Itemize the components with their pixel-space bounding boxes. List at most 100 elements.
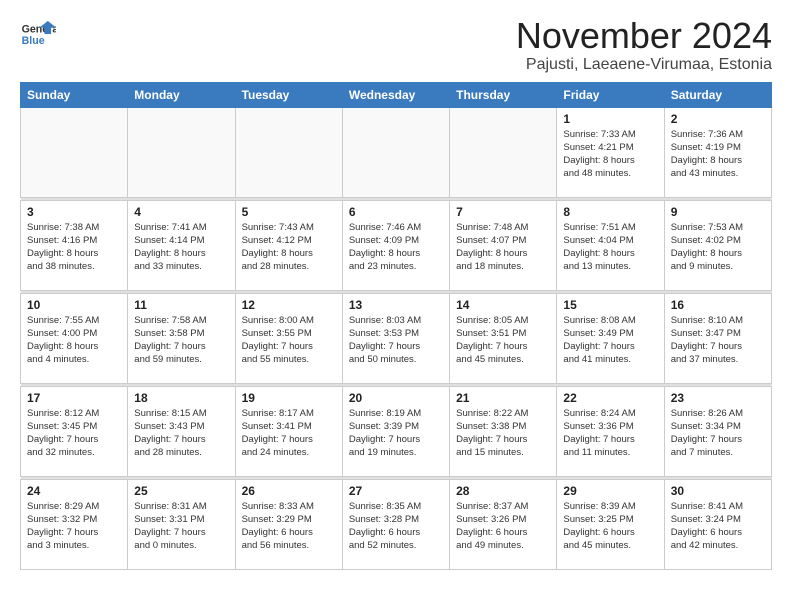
day-number: 6 [349,205,443,219]
table-row: 10 Sunrise: 7:55 AM Sunset: 4:00 PM Dayli… [21,293,128,383]
calendar-header-row: Sunday Monday Tuesday Wednesday Thursday… [21,82,772,107]
table-row [128,107,235,197]
day-info: Sunrise: 7:48 AM Sunset: 4:07 PM Dayligh… [456,221,550,274]
day-info: Sunrise: 7:41 AM Sunset: 4:14 PM Dayligh… [134,221,228,274]
day-number: 7 [456,205,550,219]
day-number: 11 [134,298,228,312]
col-monday: Monday [128,82,235,107]
day-number: 10 [27,298,121,312]
day-info: Sunrise: 8:39 AM Sunset: 3:25 PM Dayligh… [563,500,657,553]
day-number: 1 [563,112,657,126]
month-title: November 2024 [516,16,772,56]
table-row: 23 Sunrise: 8:26 AM Sunset: 3:34 PM Dayli… [664,386,771,476]
day-info: Sunrise: 8:00 AM Sunset: 3:55 PM Dayligh… [242,314,336,367]
table-row: 20Sunrise: 8:19 AM Sunset: 3:39 PM Dayli… [342,386,449,476]
calendar: Sunday Monday Tuesday Wednesday Thursday… [20,82,772,570]
location-title: Pajusti, Laeaene-Virumaa, Estonia [516,56,772,74]
table-row [450,107,557,197]
day-info: Sunrise: 8:15 AM Sunset: 3:43 PM Dayligh… [134,407,228,460]
table-row: 22 Sunrise: 8:24 AM Sunset: 3:36 PM Dayli… [557,386,664,476]
day-number: 14 [456,298,550,312]
table-row: 21 Sunrise: 8:22 AM Sunset: 3:38 PM Dayli… [450,386,557,476]
table-row: 16Sunrise: 8:10 AM Sunset: 3:47 PM Dayli… [664,293,771,383]
table-row [342,107,449,197]
day-info: Sunrise: 7:38 AM Sunset: 4:16 PM Dayligh… [27,221,121,274]
table-row: 11Sunrise: 7:58 AM Sunset: 3:58 PM Dayli… [128,293,235,383]
day-number: 25 [134,484,228,498]
day-info: Sunrise: 8:22 AM Sunset: 3:38 PM Dayligh… [456,407,550,460]
day-number: 24 [27,484,121,498]
day-number: 15 [563,298,657,312]
table-row: 26 Sunrise: 8:33 AM Sunset: 3:29 PM Dayli… [235,479,342,569]
day-number: 28 [456,484,550,498]
calendar-week-row: 1 Sunrise: 7:33 AM Sunset: 4:21 PM Daylig… [21,107,772,197]
day-number: 21 [456,391,550,405]
day-number: 5 [242,205,336,219]
table-row: 28Sunrise: 8:37 AM Sunset: 3:26 PM Dayli… [450,479,557,569]
day-info: Sunrise: 7:36 AM Sunset: 4:19 PM Dayligh… [671,128,765,181]
table-row: 27Sunrise: 8:35 AM Sunset: 3:28 PM Dayli… [342,479,449,569]
day-info: Sunrise: 7:53 AM Sunset: 4:02 PM Dayligh… [671,221,765,274]
col-wednesday: Wednesday [342,82,449,107]
table-row: 29 Sunrise: 8:39 AM Sunset: 3:25 PM Dayli… [557,479,664,569]
table-row: 13 Sunrise: 8:03 AM Sunset: 3:53 PM Dayli… [342,293,449,383]
table-row [21,107,128,197]
col-tuesday: Tuesday [235,82,342,107]
day-number: 18 [134,391,228,405]
calendar-week-row: 3 Sunrise: 7:38 AM Sunset: 4:16 PM Daylig… [21,200,772,290]
calendar-week-row: 10 Sunrise: 7:55 AM Sunset: 4:00 PM Dayli… [21,293,772,383]
day-number: 26 [242,484,336,498]
day-info: Sunrise: 8:08 AM Sunset: 3:49 PM Dayligh… [563,314,657,367]
table-row: 15 Sunrise: 8:08 AM Sunset: 3:49 PM Dayli… [557,293,664,383]
day-info: Sunrise: 8:31 AM Sunset: 3:31 PM Dayligh… [134,500,228,553]
day-number: 23 [671,391,765,405]
table-row: 18 Sunrise: 8:15 AM Sunset: 3:43 PM Dayli… [128,386,235,476]
day-info: Sunrise: 8:24 AM Sunset: 3:36 PM Dayligh… [563,407,657,460]
col-friday: Friday [557,82,664,107]
day-info: Sunrise: 8:41 AM Sunset: 3:24 PM Dayligh… [671,500,765,553]
page: General Blue November 2024 Pajusti, Laea… [0,0,792,580]
day-info: Sunrise: 8:19 AM Sunset: 3:39 PM Dayligh… [349,407,443,460]
day-number: 17 [27,391,121,405]
day-info: Sunrise: 7:51 AM Sunset: 4:04 PM Dayligh… [563,221,657,274]
table-row: 19Sunrise: 8:17 AM Sunset: 3:41 PM Dayli… [235,386,342,476]
calendar-body: 1 Sunrise: 7:33 AM Sunset: 4:21 PM Daylig… [21,107,772,569]
day-number: 12 [242,298,336,312]
day-number: 9 [671,205,765,219]
table-row: 5 Sunrise: 7:43 AM Sunset: 4:12 PM Daylig… [235,200,342,290]
table-row: 8 Sunrise: 7:51 AM Sunset: 4:04 PM Daylig… [557,200,664,290]
day-info: Sunrise: 8:35 AM Sunset: 3:28 PM Dayligh… [349,500,443,553]
day-info: Sunrise: 8:03 AM Sunset: 3:53 PM Dayligh… [349,314,443,367]
col-sunday: Sunday [21,82,128,107]
day-number: 13 [349,298,443,312]
table-row: 24Sunrise: 8:29 AM Sunset: 3:32 PM Dayli… [21,479,128,569]
header: General Blue November 2024 Pajusti, Laea… [20,16,772,74]
day-number: 16 [671,298,765,312]
table-row: 6Sunrise: 7:46 AM Sunset: 4:09 PM Daylig… [342,200,449,290]
calendar-week-row: 24Sunrise: 8:29 AM Sunset: 3:32 PM Dayli… [21,479,772,569]
day-number: 29 [563,484,657,498]
table-row: 1 Sunrise: 7:33 AM Sunset: 4:21 PM Daylig… [557,107,664,197]
table-row: 4Sunrise: 7:41 AM Sunset: 4:14 PM Daylig… [128,200,235,290]
day-info: Sunrise: 8:12 AM Sunset: 3:45 PM Dayligh… [27,407,121,460]
table-row: 9 Sunrise: 7:53 AM Sunset: 4:02 PM Daylig… [664,200,771,290]
table-row: 30Sunrise: 8:41 AM Sunset: 3:24 PM Dayli… [664,479,771,569]
table-row: 2Sunrise: 7:36 AM Sunset: 4:19 PM Daylig… [664,107,771,197]
svg-text:Blue: Blue [22,35,45,47]
calendar-week-row: 17 Sunrise: 8:12 AM Sunset: 3:45 PM Dayli… [21,386,772,476]
table-row: 3 Sunrise: 7:38 AM Sunset: 4:16 PM Daylig… [21,200,128,290]
day-info: Sunrise: 8:33 AM Sunset: 3:29 PM Dayligh… [242,500,336,553]
table-row [235,107,342,197]
col-thursday: Thursday [450,82,557,107]
day-info: Sunrise: 7:43 AM Sunset: 4:12 PM Dayligh… [242,221,336,274]
title-block: November 2024 Pajusti, Laeaene-Virumaa, … [516,16,772,74]
day-number: 22 [563,391,657,405]
day-info: Sunrise: 7:33 AM Sunset: 4:21 PM Dayligh… [563,128,657,181]
logo: General Blue [20,16,56,52]
day-info: Sunrise: 8:05 AM Sunset: 3:51 PM Dayligh… [456,314,550,367]
day-number: 8 [563,205,657,219]
day-number: 3 [27,205,121,219]
table-row: 12 Sunrise: 8:00 AM Sunset: 3:55 PM Dayli… [235,293,342,383]
day-info: Sunrise: 7:55 AM Sunset: 4:00 PM Dayligh… [27,314,121,367]
day-info: Sunrise: 8:26 AM Sunset: 3:34 PM Dayligh… [671,407,765,460]
